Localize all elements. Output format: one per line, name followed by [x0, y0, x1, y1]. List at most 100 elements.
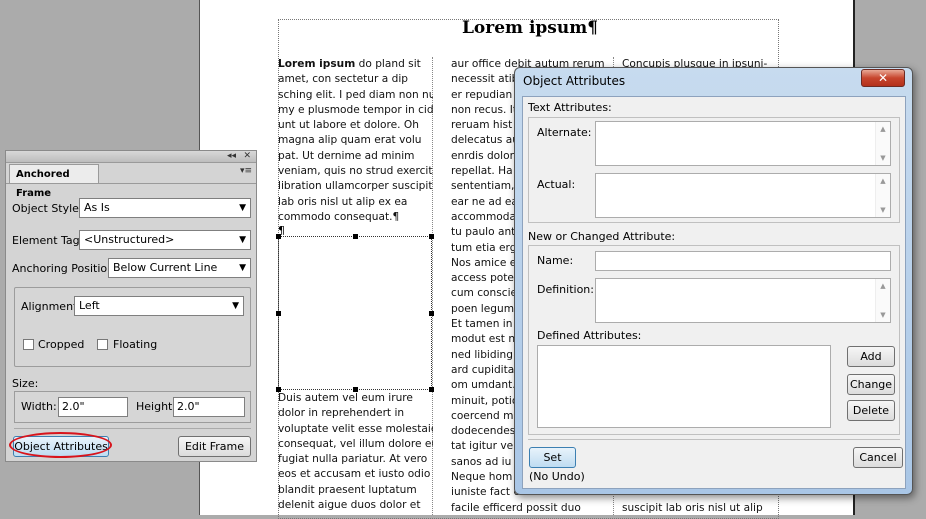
- scroll-down-icon[interactable]: ▼: [876, 154, 890, 162]
- text-line: reruam hist: [451, 119, 513, 132]
- change-button[interactable]: Change: [847, 374, 895, 395]
- text-line: suscipit lab oris nisl ut alip: [622, 501, 763, 514]
- alignment-value: Left: [79, 299, 100, 312]
- anchoring-position-label: Anchoring Position:: [12, 262, 118, 275]
- text-line: tu paulo ant: [451, 226, 516, 239]
- scroll-up-icon[interactable]: ▲: [876, 177, 890, 185]
- anchoring-position-value: Below Current Line: [113, 261, 218, 274]
- text-line: cum conscie: [451, 287, 518, 300]
- scroll-down-icon[interactable]: ▼: [876, 311, 890, 319]
- floating-checkbox[interactable]: [97, 339, 108, 350]
- text-line: enrdis dolor: [451, 149, 514, 162]
- panel-menu-icon[interactable]: ▾≡: [240, 166, 252, 176]
- text-line: necessit atib: [451, 73, 519, 86]
- cropped-checkbox[interactable]: [23, 339, 34, 350]
- anchored-frame-panel: ◂◂ ✕ Anchored Frame ▾≡ Object Style: As …: [5, 150, 257, 462]
- text-line: facile efficerd possit duo: [451, 501, 581, 514]
- text-line: iuniste fact e: [451, 486, 520, 499]
- text-line: sententiam,: [451, 180, 515, 193]
- size-label: Size:: [12, 377, 39, 390]
- lead-bold: Lorem ipsum: [278, 58, 356, 70]
- text-line: Et tamen in b: [451, 318, 523, 331]
- close-icon[interactable]: ✕: [243, 151, 251, 162]
- alternate-textarea[interactable]: ▲ ▼: [595, 121, 891, 166]
- text-line: do pland sit: [355, 58, 421, 70]
- edit-frame-button[interactable]: Edit Frame: [178, 436, 251, 457]
- alignment-dropdown[interactable]: Left ▼: [74, 296, 244, 316]
- collapse-icon[interactable]: ◂◂: [227, 151, 236, 162]
- text-line: voluptate velit esse molestaie: [278, 422, 433, 435]
- text-line: Neque hom: [451, 471, 513, 484]
- delete-button[interactable]: Delete: [847, 400, 895, 421]
- scroll-up-icon[interactable]: ▲: [876, 282, 890, 290]
- divider: [528, 439, 900, 440]
- cropped-label: Cropped: [38, 338, 85, 351]
- defined-attributes-list[interactable]: [537, 345, 831, 428]
- text-line: delenit aigue duos dolor et: [278, 499, 421, 512]
- anchoring-position-dropdown[interactable]: Below Current Line ▼: [108, 258, 251, 278]
- cancel-button[interactable]: Cancel: [853, 447, 903, 468]
- document-title: Lorem ipsum¶: [461, 18, 599, 38]
- resize-handle[interactable]: [429, 234, 434, 239]
- resize-handle[interactable]: [429, 311, 434, 316]
- column-1-bottom-text[interactable]: Duis autem vel eum irure dolor in repreh…: [278, 391, 433, 515]
- text-line: non recus. It: [451, 103, 517, 116]
- text-line: libration ullamcorper suscipit: [278, 180, 433, 193]
- resize-handle[interactable]: [276, 234, 281, 239]
- text-line: repellat. Ha: [451, 165, 513, 178]
- no-undo-label: (No Undo): [529, 470, 585, 483]
- resize-handle[interactable]: [353, 234, 358, 239]
- text-line: amet, con sectetur a dip: [278, 73, 408, 86]
- col1-top-lines: do pland sit amet, con sectetur a dip sc…: [278, 58, 433, 223]
- height-field[interactable]: 2.0": [173, 397, 245, 417]
- height-label: Height:: [136, 400, 177, 413]
- object-style-value: As Is: [84, 201, 110, 214]
- tab-anchored-frame[interactable]: Anchored Frame: [9, 164, 99, 199]
- text-line: om umdant.: [451, 379, 516, 392]
- add-button[interactable]: Add: [847, 346, 895, 367]
- element-tag-label: Element Tag:: [12, 234, 84, 247]
- text-line: sching elit. I ped diam non nu: [278, 88, 433, 101]
- object-style-dropdown[interactable]: As Is ▼: [79, 198, 251, 218]
- text-line: access potes: [451, 272, 520, 285]
- floating-label: Floating: [113, 338, 158, 351]
- text-line: veniam, quis no strud exercit: [278, 165, 433, 178]
- scroll-down-icon[interactable]: ▼: [876, 206, 890, 214]
- chevron-down-icon: ▼: [239, 263, 246, 273]
- size-group: Width: 2.0" Height: 2.0": [14, 391, 251, 423]
- anchored-frame[interactable]: [276, 234, 434, 392]
- text-line: er repudian: [451, 88, 513, 101]
- text-line: fugiat nulla pariatur. At vero: [278, 453, 428, 466]
- text-line: delecatus au: [451, 134, 519, 147]
- actual-label: Actual:: [537, 178, 576, 191]
- text-line: coercend ma: [451, 409, 520, 422]
- text-line: eos et accusam et iusto odio: [278, 468, 431, 481]
- text-line: dolor in reprehendert in: [278, 407, 405, 420]
- set-button[interactable]: Set: [529, 447, 576, 468]
- close-button[interactable]: ✕: [861, 69, 905, 87]
- scrollbar[interactable]: ▲ ▼: [875, 174, 890, 217]
- actual-textarea[interactable]: ▲ ▼: [595, 173, 891, 218]
- width-field[interactable]: 2.0": [58, 397, 128, 417]
- panel-titlebar: ◂◂ ✕: [6, 151, 256, 163]
- resize-handle[interactable]: [276, 311, 281, 316]
- column-1-top-text[interactable]: Lorem ipsum do pland sit amet, con secte…: [278, 57, 433, 227]
- name-input[interactable]: [595, 251, 891, 271]
- object-style-label: Object Style:: [12, 202, 83, 215]
- element-tag-dropdown[interactable]: <Unstructured> ▼: [79, 230, 251, 250]
- object-attributes-dialog: Object Attributes ✕ Text Attributes: Alt…: [514, 67, 913, 495]
- width-label: Width:: [21, 400, 57, 413]
- text-line: ned libiding: [451, 348, 513, 361]
- text-line: minuit, potio: [451, 394, 519, 407]
- scrollbar[interactable]: ▲ ▼: [875, 279, 890, 322]
- text-line: ard cupiditat: [451, 363, 519, 376]
- scroll-up-icon[interactable]: ▲: [876, 125, 890, 133]
- text-line: magna alip quam erat volu: [278, 134, 422, 147]
- text-line: poen legum: [451, 302, 515, 315]
- scrollbar[interactable]: ▲ ▼: [875, 122, 890, 165]
- panel-body: Object Style: As Is ▼ Element Tag: <Unstr…: [6, 183, 256, 461]
- definition-textarea[interactable]: ▲ ▼: [595, 278, 891, 323]
- text-line: dodecendes: [451, 425, 516, 438]
- text-line: my e plusmode tempor in cid-: [278, 103, 433, 116]
- alternate-label: Alternate:: [537, 126, 592, 139]
